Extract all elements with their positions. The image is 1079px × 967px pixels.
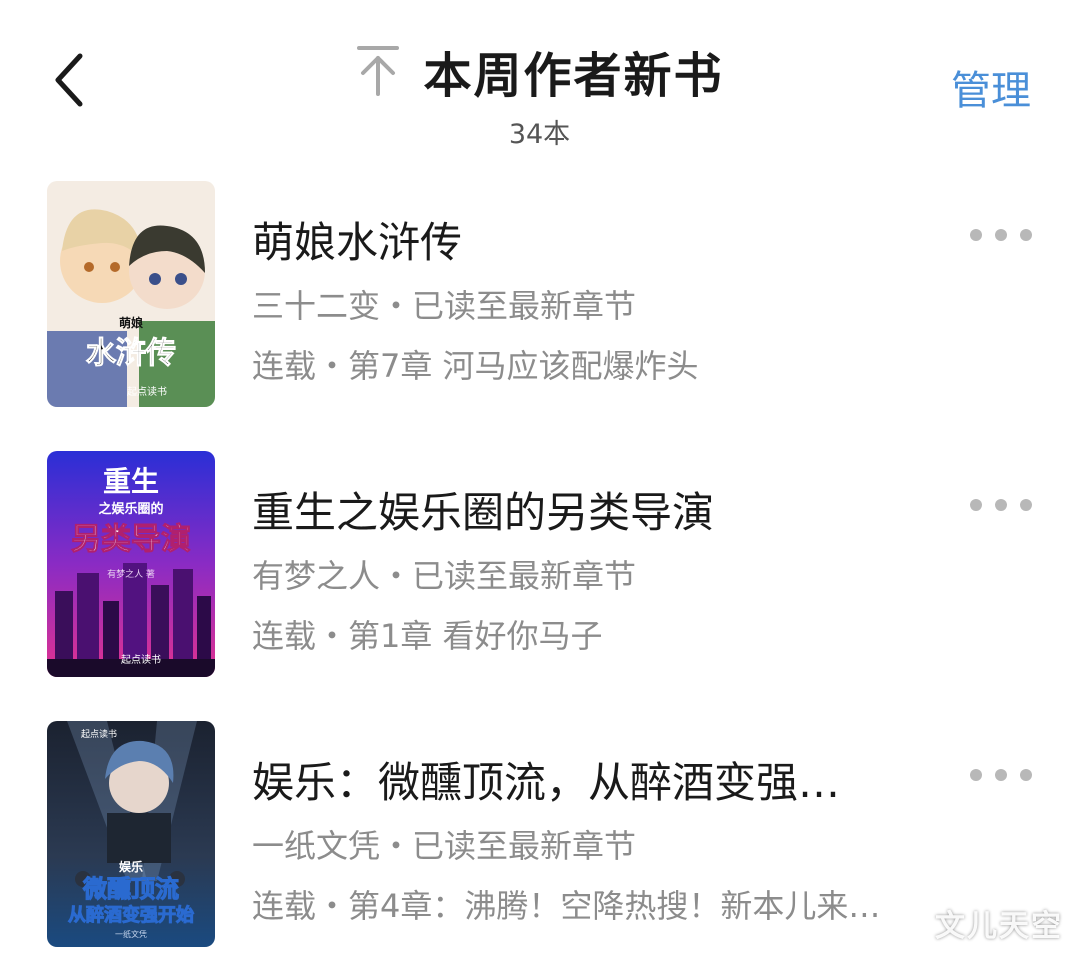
more-dot-icon: [995, 769, 1007, 781]
manage-button[interactable]: 管理: [951, 58, 1031, 116]
cover-author: 一纸文凭: [115, 929, 147, 939]
more-dot-icon: [970, 229, 982, 241]
cover-title-main: 另类导演: [71, 522, 191, 557]
book-cover[interactable]: 萌娘 水浒传 起点读书: [47, 181, 215, 407]
list-item[interactable]: 萌娘 水浒传 起点读书 萌娘水浒传 三十二变・已读至最新章节 连载・第7章 河马…: [0, 181, 1079, 407]
book-title[interactable]: 萌娘水浒传: [252, 209, 462, 270]
more-dot-icon: [995, 229, 1007, 241]
cover-title-top: 娱乐: [119, 859, 143, 874]
cover-publisher: 起点读书: [81, 728, 117, 740]
book-title[interactable]: 娱乐：微醺顶流，从醉酒变强…: [252, 749, 840, 810]
cover-title-top: 重生: [103, 465, 159, 498]
latest-chapter: 连载・第4章：沸腾！空降热搜！新本儿来…: [252, 887, 881, 925]
more-dot-icon: [1020, 769, 1032, 781]
cover-title-top: 萌娘: [119, 315, 143, 330]
latest-chapter: 连载・第1章 看好你马子: [252, 617, 603, 655]
book-count: 34本: [508, 119, 571, 150]
title-block: 本周作者新书 34本: [0, 36, 1079, 151]
more-options-button[interactable]: [970, 495, 1032, 515]
cover-author: 有梦之人 著: [107, 568, 155, 580]
cover-title-mid: 微醺顶流: [82, 875, 179, 903]
more-options-button[interactable]: [970, 225, 1032, 245]
book-cover[interactable]: 娱乐 微醺顶流 从醉酒变强开始 一纸文凭 起点读书: [47, 721, 215, 947]
pin-to-top-icon[interactable]: [355, 44, 401, 98]
cover-title-main: 水浒传: [86, 336, 176, 371]
cover-publisher: 起点读书: [127, 385, 167, 398]
more-dot-icon: [970, 769, 982, 781]
list-item[interactable]: 重生 之娱乐圈的 另类导演 有梦之人 著 起点读书 重生之娱乐圈的另类导演 有梦…: [0, 451, 1079, 677]
cover-title-mid: 之娱乐圈的: [98, 501, 163, 517]
latest-chapter: 连载・第7章 河马应该配爆炸头: [252, 347, 699, 385]
book-meta: 三十二变・已读至最新章节: [252, 287, 637, 325]
more-options-button[interactable]: [970, 765, 1032, 785]
more-dot-icon: [970, 499, 982, 511]
more-dot-icon: [1020, 499, 1032, 511]
book-cover[interactable]: 重生 之娱乐圈的 另类导演 有梦之人 著 起点读书: [47, 451, 215, 677]
more-dot-icon: [1020, 229, 1032, 241]
cover-publisher: 起点读书: [121, 653, 161, 666]
top-bar: 本周作者新书 34本 管理: [0, 0, 1079, 150]
book-meta: 一纸文凭・已读至最新章节: [252, 827, 637, 865]
book-meta: 有梦之人・已读至最新章节: [252, 557, 637, 595]
watermark: 文儿天空: [935, 909, 1063, 944]
list-item[interactable]: 娱乐 微醺顶流 从醉酒变强开始 一纸文凭 起点读书 娱乐：微醺顶流，从醉酒变强……: [0, 721, 1079, 947]
more-dot-icon: [995, 499, 1007, 511]
page-title: 本周作者新书: [423, 48, 724, 104]
cover-title-main: 从醉酒变强开始: [68, 904, 194, 926]
book-title[interactable]: 重生之娱乐圈的另类导演: [252, 479, 714, 540]
